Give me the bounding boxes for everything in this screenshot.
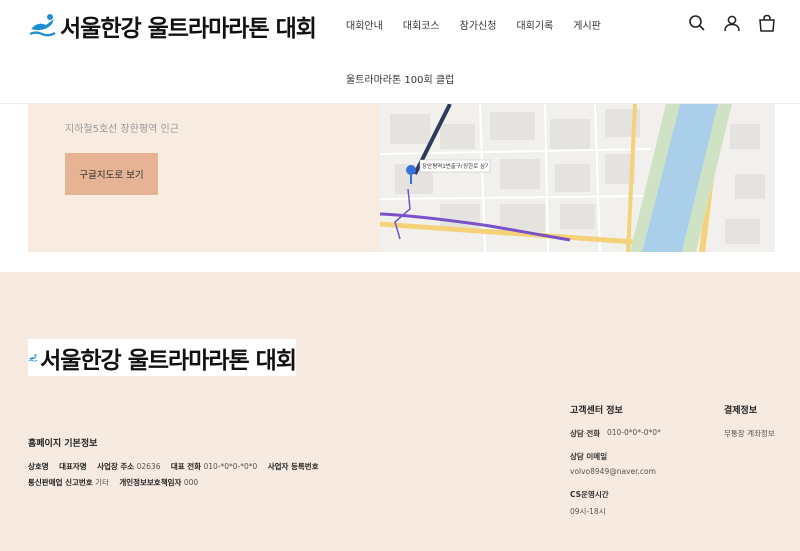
business-number-label: 사업자 등록번호 bbox=[267, 462, 319, 471]
location-panel: 지하철5호선 장한평역 인근 구글지도로 보기 bbox=[28, 104, 380, 252]
nav-item-records[interactable]: 대회기록 bbox=[516, 17, 553, 32]
phone-value: 010-*0*0-*0*0 bbox=[203, 462, 258, 471]
payment-value: 무통장 계좌정보 bbox=[724, 429, 775, 438]
cs-hours-label: CS운영시간 bbox=[570, 490, 609, 499]
location-map[interactable]: 장안평역1번출구(장한로 삼거 bbox=[380, 104, 775, 252]
ecommerce-number-value: 기타 bbox=[95, 478, 109, 487]
ecommerce-number-label: 통신판매업 신고번호 bbox=[28, 478, 93, 487]
cs-email-label: 상담 이메일 bbox=[570, 452, 608, 461]
site-footer: 서울한강 울트라마라톤 대회 홈페이지 기본정보 상호명 대표자명 사업장 주소… bbox=[0, 272, 800, 551]
company-name-label: 상호명 bbox=[28, 462, 49, 471]
logo-text: 서울한강 울트라마라톤 대회 bbox=[60, 16, 317, 42]
phone-label: 대표 전화 bbox=[170, 462, 202, 471]
main-nav: 대회안내 대회코스 참가신청 대회기록 게시판 bbox=[346, 17, 621, 32]
nav-item-100-club[interactable]: 울트라마라톤 100회 클럽 bbox=[346, 71, 454, 86]
cs-title: 고객센터 정보 bbox=[570, 406, 623, 416]
search-icon[interactable] bbox=[688, 14, 706, 32]
company-info-row-2: 통신판매업 신고번호 기타 개인정보보호책임자 000 bbox=[28, 477, 206, 488]
google-map-button[interactable]: 구글지도로 보기 bbox=[65, 153, 158, 195]
shopping-bag-icon[interactable] bbox=[758, 14, 776, 32]
footer-logo-text: 서울한강 울트라마라톤 대회 bbox=[40, 347, 297, 374]
map-place-label: 장안평역1번출구(장한로 삼거 bbox=[422, 164, 488, 170]
cs-email-value[interactable]: volvo8949@naver.com bbox=[570, 467, 656, 476]
header-icons bbox=[688, 14, 776, 32]
map-graphic bbox=[380, 104, 775, 252]
nav-item-board[interactable]: 게시판 bbox=[573, 17, 601, 32]
site-logo[interactable]: 서울한강 울트라마라톤 대회 bbox=[28, 9, 317, 43]
company-info-row-1: 상호명 대표자명 사업장 주소 02636 대표 전화 010-*0*0-*0*… bbox=[28, 461, 327, 472]
user-icon[interactable] bbox=[723, 14, 741, 32]
nav-item-event-info[interactable]: 대회안내 bbox=[346, 17, 383, 32]
payment-title: 결제정보 bbox=[724, 406, 758, 416]
nav-item-registration[interactable]: 참가신청 bbox=[460, 17, 497, 32]
address-label: 사업장 주소 bbox=[97, 462, 135, 471]
cs-phone-value: 010-0*0*-0*0* bbox=[607, 428, 661, 437]
runner-logo-icon bbox=[28, 353, 38, 361]
cs-phone-label: 상담 전화 bbox=[570, 429, 601, 438]
ceo-label: 대표자명 bbox=[59, 462, 87, 471]
subway-info: 지하철5호선 장한평역 인근 bbox=[65, 124, 179, 135]
address-value: 02636 bbox=[136, 462, 161, 471]
cs-hours-value: 09시-18시 bbox=[570, 507, 606, 516]
privacy-officer-value: 000 bbox=[183, 478, 199, 487]
footer-logo[interactable]: 서울한강 울트라마라톤 대회 bbox=[28, 339, 297, 376]
basic-info-title: 홈페이지 기본정보 bbox=[28, 439, 98, 449]
nav-item-course[interactable]: 대회코스 bbox=[403, 17, 440, 32]
site-header: 서울한강 울트라마라톤 대회 대회안내 대회코스 참가신청 대회기록 게시판 울… bbox=[0, 0, 800, 104]
privacy-officer-label: 개인정보보호책임자 bbox=[119, 478, 182, 487]
runner-logo-icon bbox=[29, 14, 56, 37]
